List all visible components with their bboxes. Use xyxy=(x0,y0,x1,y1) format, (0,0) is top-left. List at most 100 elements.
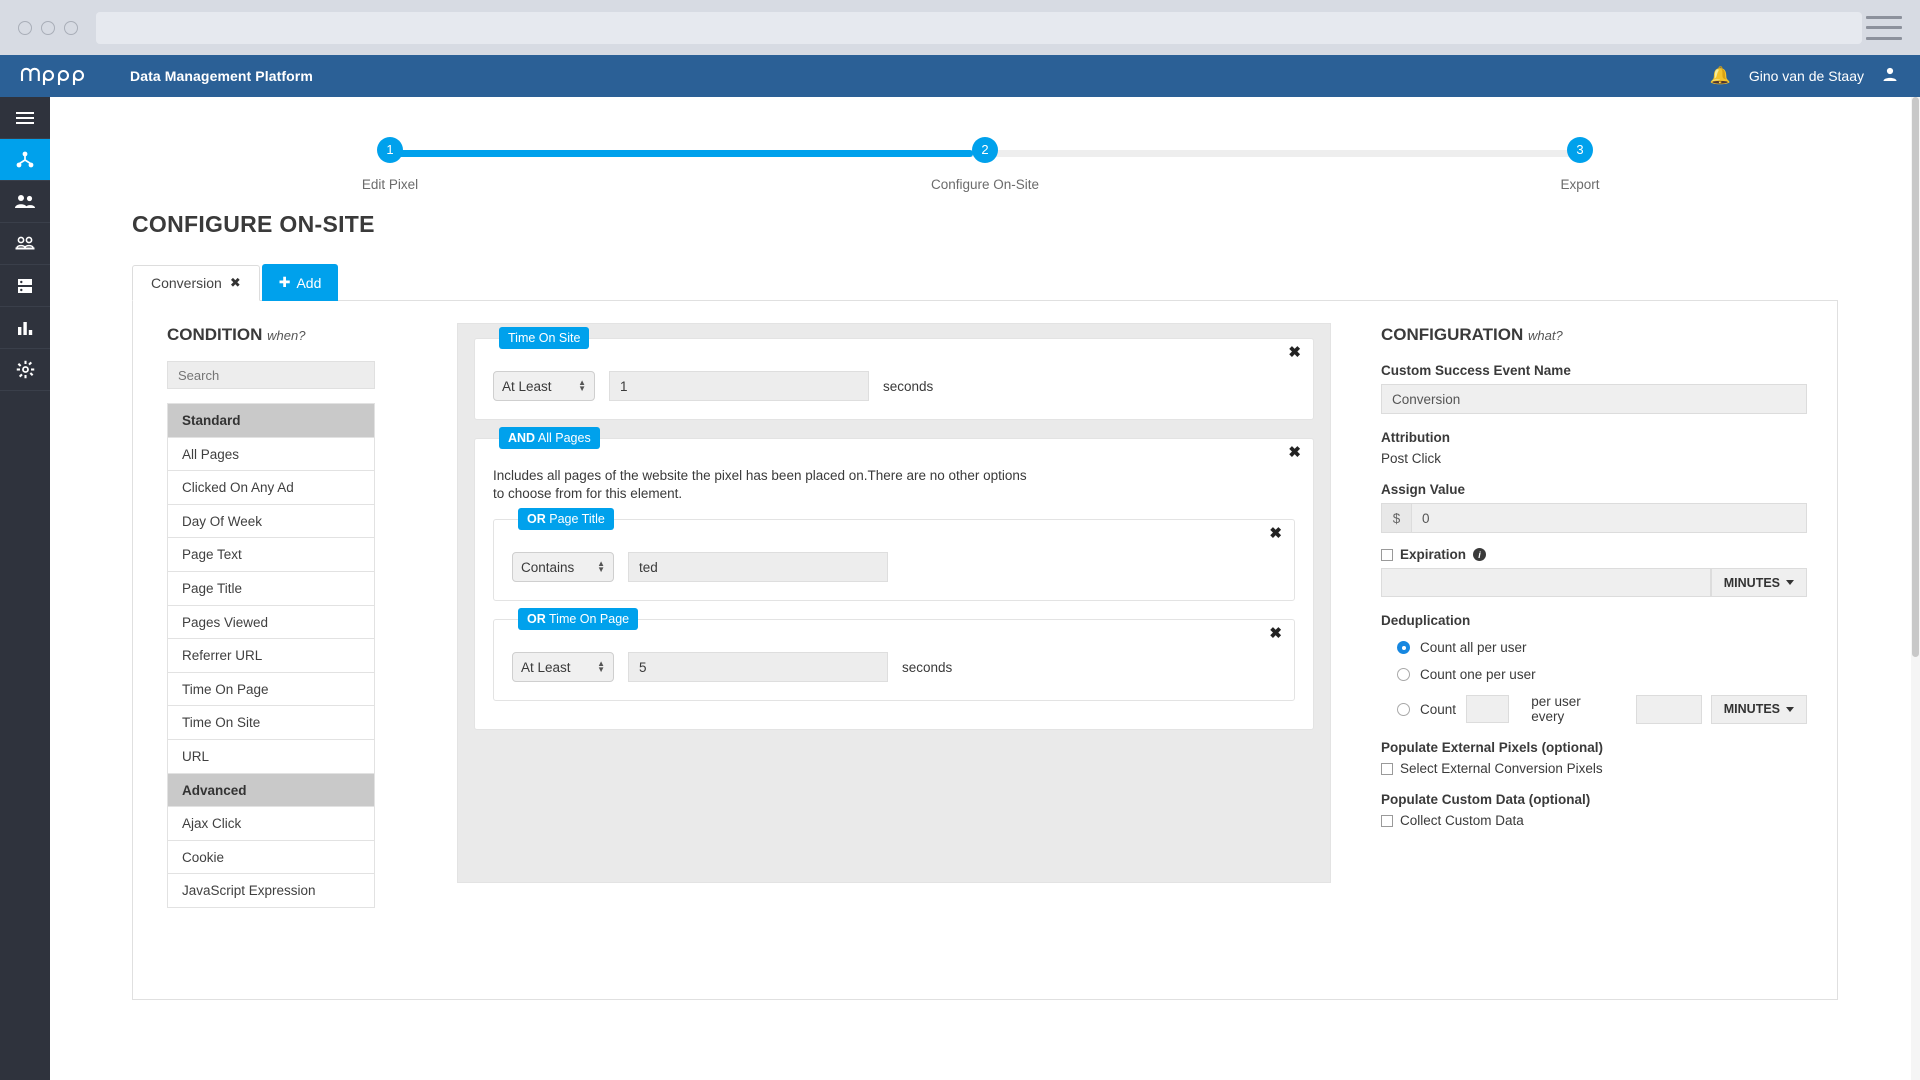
rule-card-time-on-site: Time On Site ✖ At Least ▲ ▼ 1 seconds xyxy=(474,327,1314,420)
search-input[interactable] xyxy=(167,361,375,389)
operator-select[interactable]: At Least ▲ ▼ xyxy=(493,371,595,401)
sidebar-item-reports[interactable] xyxy=(0,307,50,349)
rule-tag: OR Page Title xyxy=(518,508,614,531)
operator-select-value: At Least xyxy=(502,378,552,394)
browser-chrome xyxy=(0,0,1920,55)
add-tab-button[interactable]: ✚ Add xyxy=(261,264,339,301)
event-name-input[interactable]: Conversion xyxy=(1381,384,1807,414)
condition-item-cookie[interactable]: Cookie xyxy=(168,840,374,875)
gear-icon xyxy=(16,360,34,379)
dedup-option-count-one[interactable]: Count one per user xyxy=(1397,667,1807,682)
scrollbar-thumb[interactable] xyxy=(1912,97,1919,657)
sidebar-rail xyxy=(0,97,50,1080)
condition-item-all-pages[interactable]: All Pages xyxy=(168,437,374,472)
rule-card-time-on-page: OR Time On Page ✖ At Least ▲ ▼ 5 seconds xyxy=(493,608,1295,702)
app-topbar: Data Management Platform 🔔 Gino van de S… xyxy=(0,55,1920,97)
user-icon[interactable] xyxy=(1882,66,1898,87)
condition-item-clicked-on-any-ad[interactable]: Clicked On Any Ad xyxy=(168,471,374,505)
condition-item-day-of-week[interactable]: Day Of Week xyxy=(168,504,374,539)
page-title: CONFIGURE ON-SITE xyxy=(132,211,375,237)
window-minimize-dot[interactable] xyxy=(41,20,55,35)
chevron-updown-icon: ▲ ▼ xyxy=(578,378,586,393)
condition-item-page-title[interactable]: Page Title xyxy=(168,571,374,606)
rule-value-input[interactable]: 1 xyxy=(609,371,869,401)
step-edit-pixel[interactable]: 1 Edit Pixel xyxy=(330,135,450,192)
sidebar-item-audiences[interactable] xyxy=(0,223,50,265)
wizard-stepper: 1 Edit Pixel 2 Configure On-Site 3 Expor… xyxy=(362,135,1600,195)
dedup-middle-text: per user every xyxy=(1531,694,1581,724)
dedup-option-count-all[interactable]: Count all per user xyxy=(1397,640,1807,655)
custom-data-label: Populate Custom Data (optional) xyxy=(1381,792,1591,807)
rule-value-input[interactable]: 5 xyxy=(628,652,888,683)
condition-group-advanced: Advanced xyxy=(168,773,374,808)
rule-tag-name: Page Title xyxy=(549,512,605,527)
rule-card-all-pages: AND All Pages ✖ Includes all pages of th… xyxy=(474,427,1314,731)
step-label: Edit Pixel xyxy=(361,177,419,192)
dedup-count-input[interactable] xyxy=(1466,695,1510,723)
radio-count-one[interactable] xyxy=(1397,668,1410,681)
dedup-option-label: Count all per user xyxy=(1420,640,1527,655)
info-icon[interactable]: i xyxy=(1473,548,1487,561)
address-bar[interactable] xyxy=(96,11,1862,44)
close-icon[interactable]: ✖ xyxy=(230,275,241,291)
condition-group-standard: Standard xyxy=(168,404,374,438)
bell-icon[interactable]: 🔔 xyxy=(1710,66,1731,86)
close-icon[interactable]: ✖ xyxy=(1288,445,1301,460)
expiration-unit-dropdown[interactable]: MINUTES xyxy=(1710,568,1807,597)
stepper-progress xyxy=(390,150,974,157)
tab-conversion[interactable]: Conversion ✖ xyxy=(132,265,260,301)
operator-select[interactable]: Contains ▲ ▼ xyxy=(512,552,614,583)
rule-value-input[interactable]: ted xyxy=(628,552,888,583)
step-export[interactable]: 3 Export xyxy=(1520,135,1640,192)
page-scrollbar[interactable] xyxy=(1911,97,1920,1080)
step-configure-onsite[interactable]: 2 Configure On-Site xyxy=(925,135,1045,192)
expiration-checkbox[interactable] xyxy=(1381,548,1393,561)
configure-panel: CONDITION when? Standard All Pages Click… xyxy=(132,300,1838,1000)
operator-select[interactable]: At Least ▲ ▼ xyxy=(512,652,614,683)
mapp-logo[interactable] xyxy=(20,65,105,87)
custom-data-checkbox-row[interactable]: Collect Custom Data xyxy=(1381,813,1807,828)
browser-menu-icon[interactable] xyxy=(1866,15,1902,40)
window-maximize-dot[interactable] xyxy=(64,20,78,35)
attribution-value: Post Click xyxy=(1381,451,1442,466)
external-pixels-label: Populate External Pixels (optional) xyxy=(1381,740,1604,755)
sidebar-item-settings[interactable] xyxy=(0,349,50,391)
sidebar-item-data[interactable] xyxy=(0,265,50,307)
window-close-dot[interactable] xyxy=(18,20,32,35)
assign-value-input[interactable]: 0 xyxy=(1411,503,1807,533)
radio-count-all[interactable] xyxy=(1397,641,1410,654)
condition-item-time-on-page[interactable]: Time On Page xyxy=(168,672,374,707)
window-controls xyxy=(18,20,78,35)
condition-item-ajax-click[interactable]: Ajax Click xyxy=(168,807,374,841)
sidebar-item-users[interactable] xyxy=(0,181,50,223)
dedup-option-count-custom[interactable]: Count per user every MINUTES xyxy=(1397,694,1807,724)
close-icon[interactable]: ✖ xyxy=(1269,526,1282,541)
custom-data-checkbox-label: Collect Custom Data xyxy=(1400,813,1524,828)
rule-tag-name: All Pages xyxy=(537,431,591,445)
external-pixels-checkbox[interactable] xyxy=(1381,762,1393,775)
condition-item-javascript-expression[interactable]: JavaScript Expression xyxy=(168,874,374,908)
expiration-checkbox-row[interactable]: Expiration i xyxy=(1381,547,1807,562)
user-name-label: Gino van de Staay xyxy=(1748,68,1864,84)
condition-heading-hint: when? xyxy=(267,328,306,343)
custom-data-checkbox[interactable] xyxy=(1381,814,1393,827)
condition-item-url[interactable]: URL xyxy=(168,739,374,774)
dedup-every-unit-dropdown[interactable]: MINUTES xyxy=(1710,694,1807,724)
condition-item-referrer-url[interactable]: Referrer URL xyxy=(168,639,374,673)
dedup-every-input[interactable] xyxy=(1636,694,1702,724)
bar-chart-icon xyxy=(18,321,33,335)
radio-count-custom[interactable] xyxy=(1397,702,1410,716)
expiration-input[interactable] xyxy=(1381,568,1711,597)
condition-item-time-on-site[interactable]: Time On Site xyxy=(168,706,374,740)
condition-item-page-text[interactable]: Page Text xyxy=(168,538,374,572)
expiration-label: Expiration xyxy=(1400,547,1467,562)
condition-item-pages-viewed[interactable]: Pages Viewed xyxy=(168,605,374,640)
sidebar-item-menu[interactable] xyxy=(0,97,50,139)
close-icon[interactable]: ✖ xyxy=(1269,626,1282,641)
close-icon[interactable]: ✖ xyxy=(1288,345,1301,360)
rule-builder-canvas[interactable]: Time On Site ✖ At Least ▲ ▼ 1 seconds AN… xyxy=(457,323,1331,883)
rule-tag-name: Time On Site xyxy=(508,331,581,345)
external-pixels-checkbox-row[interactable]: Select External Conversion Pixels xyxy=(1381,761,1807,776)
sidebar-item-sitemap[interactable] xyxy=(0,139,50,181)
configuration-heading-hint: what? xyxy=(1528,328,1563,343)
